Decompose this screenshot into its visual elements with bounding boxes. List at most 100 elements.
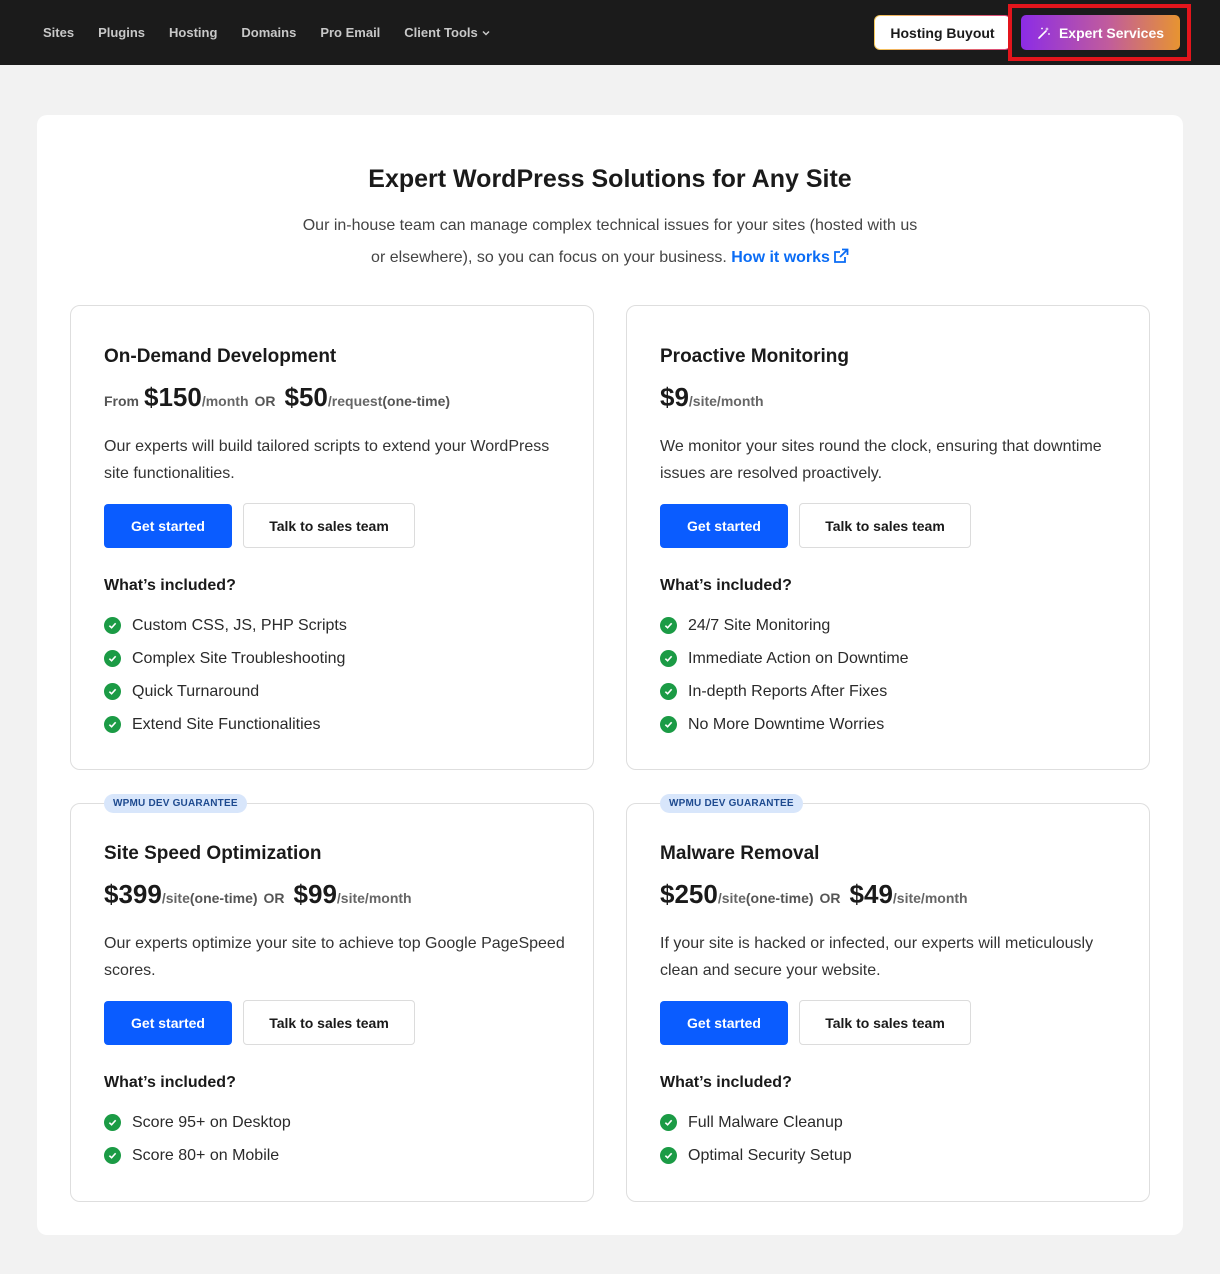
- check-circle-icon: [660, 716, 677, 733]
- list-item: In-depth Reports After Fixes: [660, 675, 909, 708]
- check-circle-icon: [660, 683, 677, 700]
- price-amount-1: $399: [104, 879, 162, 909]
- price-note-2: (one-time): [382, 393, 451, 409]
- nav-plugins[interactable]: Plugins: [98, 25, 145, 40]
- card-price: $250 /site (one-time) OR $49 /site/month: [660, 879, 968, 910]
- page-title: Expert WordPress Solutions for Any Site: [368, 165, 852, 193]
- feature-label: No More Downtime Worries: [688, 715, 885, 733]
- card-title: Site Speed Optimization: [104, 843, 322, 864]
- card-description: We monitor your sites round the clock, e…: [660, 438, 1102, 482]
- feature-label: Immediate Action on Downtime: [688, 649, 909, 667]
- check-circle-icon: [104, 1114, 121, 1131]
- feature-list: Custom CSS, JS, PHP Scripts Complex Site…: [104, 609, 347, 741]
- feature-label: 24/7 Site Monitoring: [688, 616, 831, 634]
- price-unit-1: /site: [161, 890, 190, 906]
- intro-line-2: or elsewhere), so you can focus on your …: [371, 249, 727, 266]
- service-card-on-demand-development: On-Demand Development From $150 /month O…: [70, 305, 594, 770]
- price-amount-2: $50: [284, 382, 328, 412]
- talk-to-sales-button[interactable]: Talk to sales team: [243, 503, 415, 548]
- get-started-button[interactable]: Get started: [660, 504, 788, 548]
- list-item: Immediate Action on Downtime: [660, 642, 909, 675]
- check-circle-icon: [104, 716, 121, 733]
- get-started-button[interactable]: Get started: [104, 504, 232, 548]
- list-item: Complex Site Troubleshooting: [104, 642, 347, 675]
- card-price: $399 /site (one-time) OR $99 /site/month: [104, 879, 412, 910]
- whats-included-heading: What’s included?: [104, 1074, 236, 1091]
- list-item: Extend Site Functionalities: [104, 708, 347, 741]
- talk-to-sales-button[interactable]: Talk to sales team: [799, 1000, 971, 1045]
- feature-list: Score 95+ on Desktop Score 80+ on Mobile: [104, 1106, 291, 1172]
- check-circle-icon: [660, 1147, 677, 1164]
- price-amount-1: $150: [144, 382, 202, 412]
- price-note-1: (one-time): [189, 890, 258, 906]
- nav-sites[interactable]: Sites: [43, 25, 74, 40]
- feature-list: Full Malware Cleanup Optimal Security Se…: [660, 1106, 852, 1172]
- nav-domains[interactable]: Domains: [241, 25, 296, 40]
- talk-to-sales-button[interactable]: Talk to sales team: [799, 503, 971, 548]
- card-price: From $150 /month OR $50 /request (one-ti…: [104, 382, 450, 413]
- whats-included-heading: What’s included?: [104, 577, 236, 594]
- get-started-button[interactable]: Get started: [104, 1001, 232, 1045]
- check-circle-icon: [660, 617, 677, 634]
- how-it-works-label: How it works: [731, 249, 830, 266]
- price-unit-2: /request: [327, 393, 383, 409]
- guarantee-badge: WPMU DEV GUARANTEE: [104, 794, 247, 813]
- how-it-works-link[interactable]: How it works: [731, 248, 849, 266]
- list-item: Score 95+ on Desktop: [104, 1106, 291, 1139]
- service-card-malware-removal: WPMU DEV GUARANTEE Malware Removal $250 …: [626, 794, 1150, 1202]
- price-or: OR: [819, 890, 841, 906]
- price-unit-1: /site/month: [688, 393, 764, 409]
- price-amount-1: $250: [660, 879, 718, 909]
- price-unit-2: /site/month: [892, 890, 968, 906]
- price-amount-2: $49: [849, 879, 893, 909]
- top-navigation-bar: Sites Plugins Hosting Domains Pro Email …: [0, 0, 1220, 65]
- card-title: Proactive Monitoring: [660, 346, 849, 367]
- feature-label: Custom CSS, JS, PHP Scripts: [132, 616, 347, 634]
- service-card-proactive-monitoring: Proactive Monitoring $9 /site/month We m…: [626, 305, 1150, 770]
- feature-label: Score 80+ on Mobile: [132, 1146, 280, 1164]
- card-title: Malware Removal: [660, 843, 820, 864]
- list-item: Score 80+ on Mobile: [104, 1139, 291, 1172]
- talk-to-sales-button[interactable]: Talk to sales team: [243, 1000, 415, 1045]
- price-unit-1: /month: [201, 393, 249, 409]
- magic-wand-icon: [1037, 26, 1051, 40]
- feature-label: Quick Turnaround: [132, 682, 260, 700]
- expert-services-button[interactable]: Expert Services: [1021, 15, 1180, 50]
- feature-label: Full Malware Cleanup: [688, 1113, 843, 1131]
- expert-services-label: Expert Services: [1058, 24, 1165, 41]
- feature-label: In-depth Reports After Fixes: [688, 682, 888, 700]
- price-from-label: From: [104, 393, 139, 409]
- service-card-site-speed-optimization: WPMU DEV GUARANTEE Site Speed Optimizati…: [70, 794, 594, 1202]
- nav-pro-email[interactable]: Pro Email: [320, 25, 380, 40]
- price-amount-2: $99: [293, 879, 337, 909]
- list-item: Quick Turnaround: [104, 675, 347, 708]
- check-circle-icon: [660, 650, 677, 667]
- page-intro: Our in-house team can manage complex tec…: [277, 210, 943, 276]
- feature-label: Optimal Security Setup: [688, 1146, 852, 1164]
- get-started-button[interactable]: Get started: [660, 1001, 788, 1045]
- check-circle-icon: [104, 617, 121, 634]
- feature-label: Complex Site Troubleshooting: [132, 649, 346, 667]
- check-circle-icon: [660, 1114, 677, 1131]
- price-unit-2: /site/month: [336, 890, 412, 906]
- external-link-icon: [833, 244, 849, 276]
- check-circle-icon: [104, 683, 121, 700]
- list-item: Full Malware Cleanup: [660, 1106, 852, 1139]
- card-description: Our experts will build tailored scripts …: [104, 438, 550, 482]
- nav-hosting[interactable]: Hosting: [169, 25, 217, 40]
- hosting-buyout-button[interactable]: Hosting Buyout: [874, 15, 1011, 50]
- card-description: Our experts optimize your site to achiev…: [104, 935, 565, 979]
- list-item: No More Downtime Worries: [660, 708, 909, 741]
- nav-client-tools[interactable]: Client Tools: [404, 25, 490, 40]
- price-or: OR: [254, 393, 276, 409]
- chevron-down-icon: [482, 29, 490, 37]
- whats-included-heading: What’s included?: [660, 577, 792, 594]
- price-note-1: (one-time): [745, 890, 814, 906]
- feature-list: 24/7 Site Monitoring Immediate Action on…: [660, 609, 909, 741]
- card-description: If your site is hacked or infected, our …: [660, 935, 1094, 979]
- guarantee-badge: WPMU DEV GUARANTEE: [660, 794, 803, 813]
- check-circle-icon: [104, 1147, 121, 1164]
- hosting-buyout-label: Hosting Buyout: [875, 16, 1010, 49]
- feature-label: Extend Site Functionalities: [132, 715, 321, 733]
- nav-client-tools-label: Client Tools: [404, 25, 478, 40]
